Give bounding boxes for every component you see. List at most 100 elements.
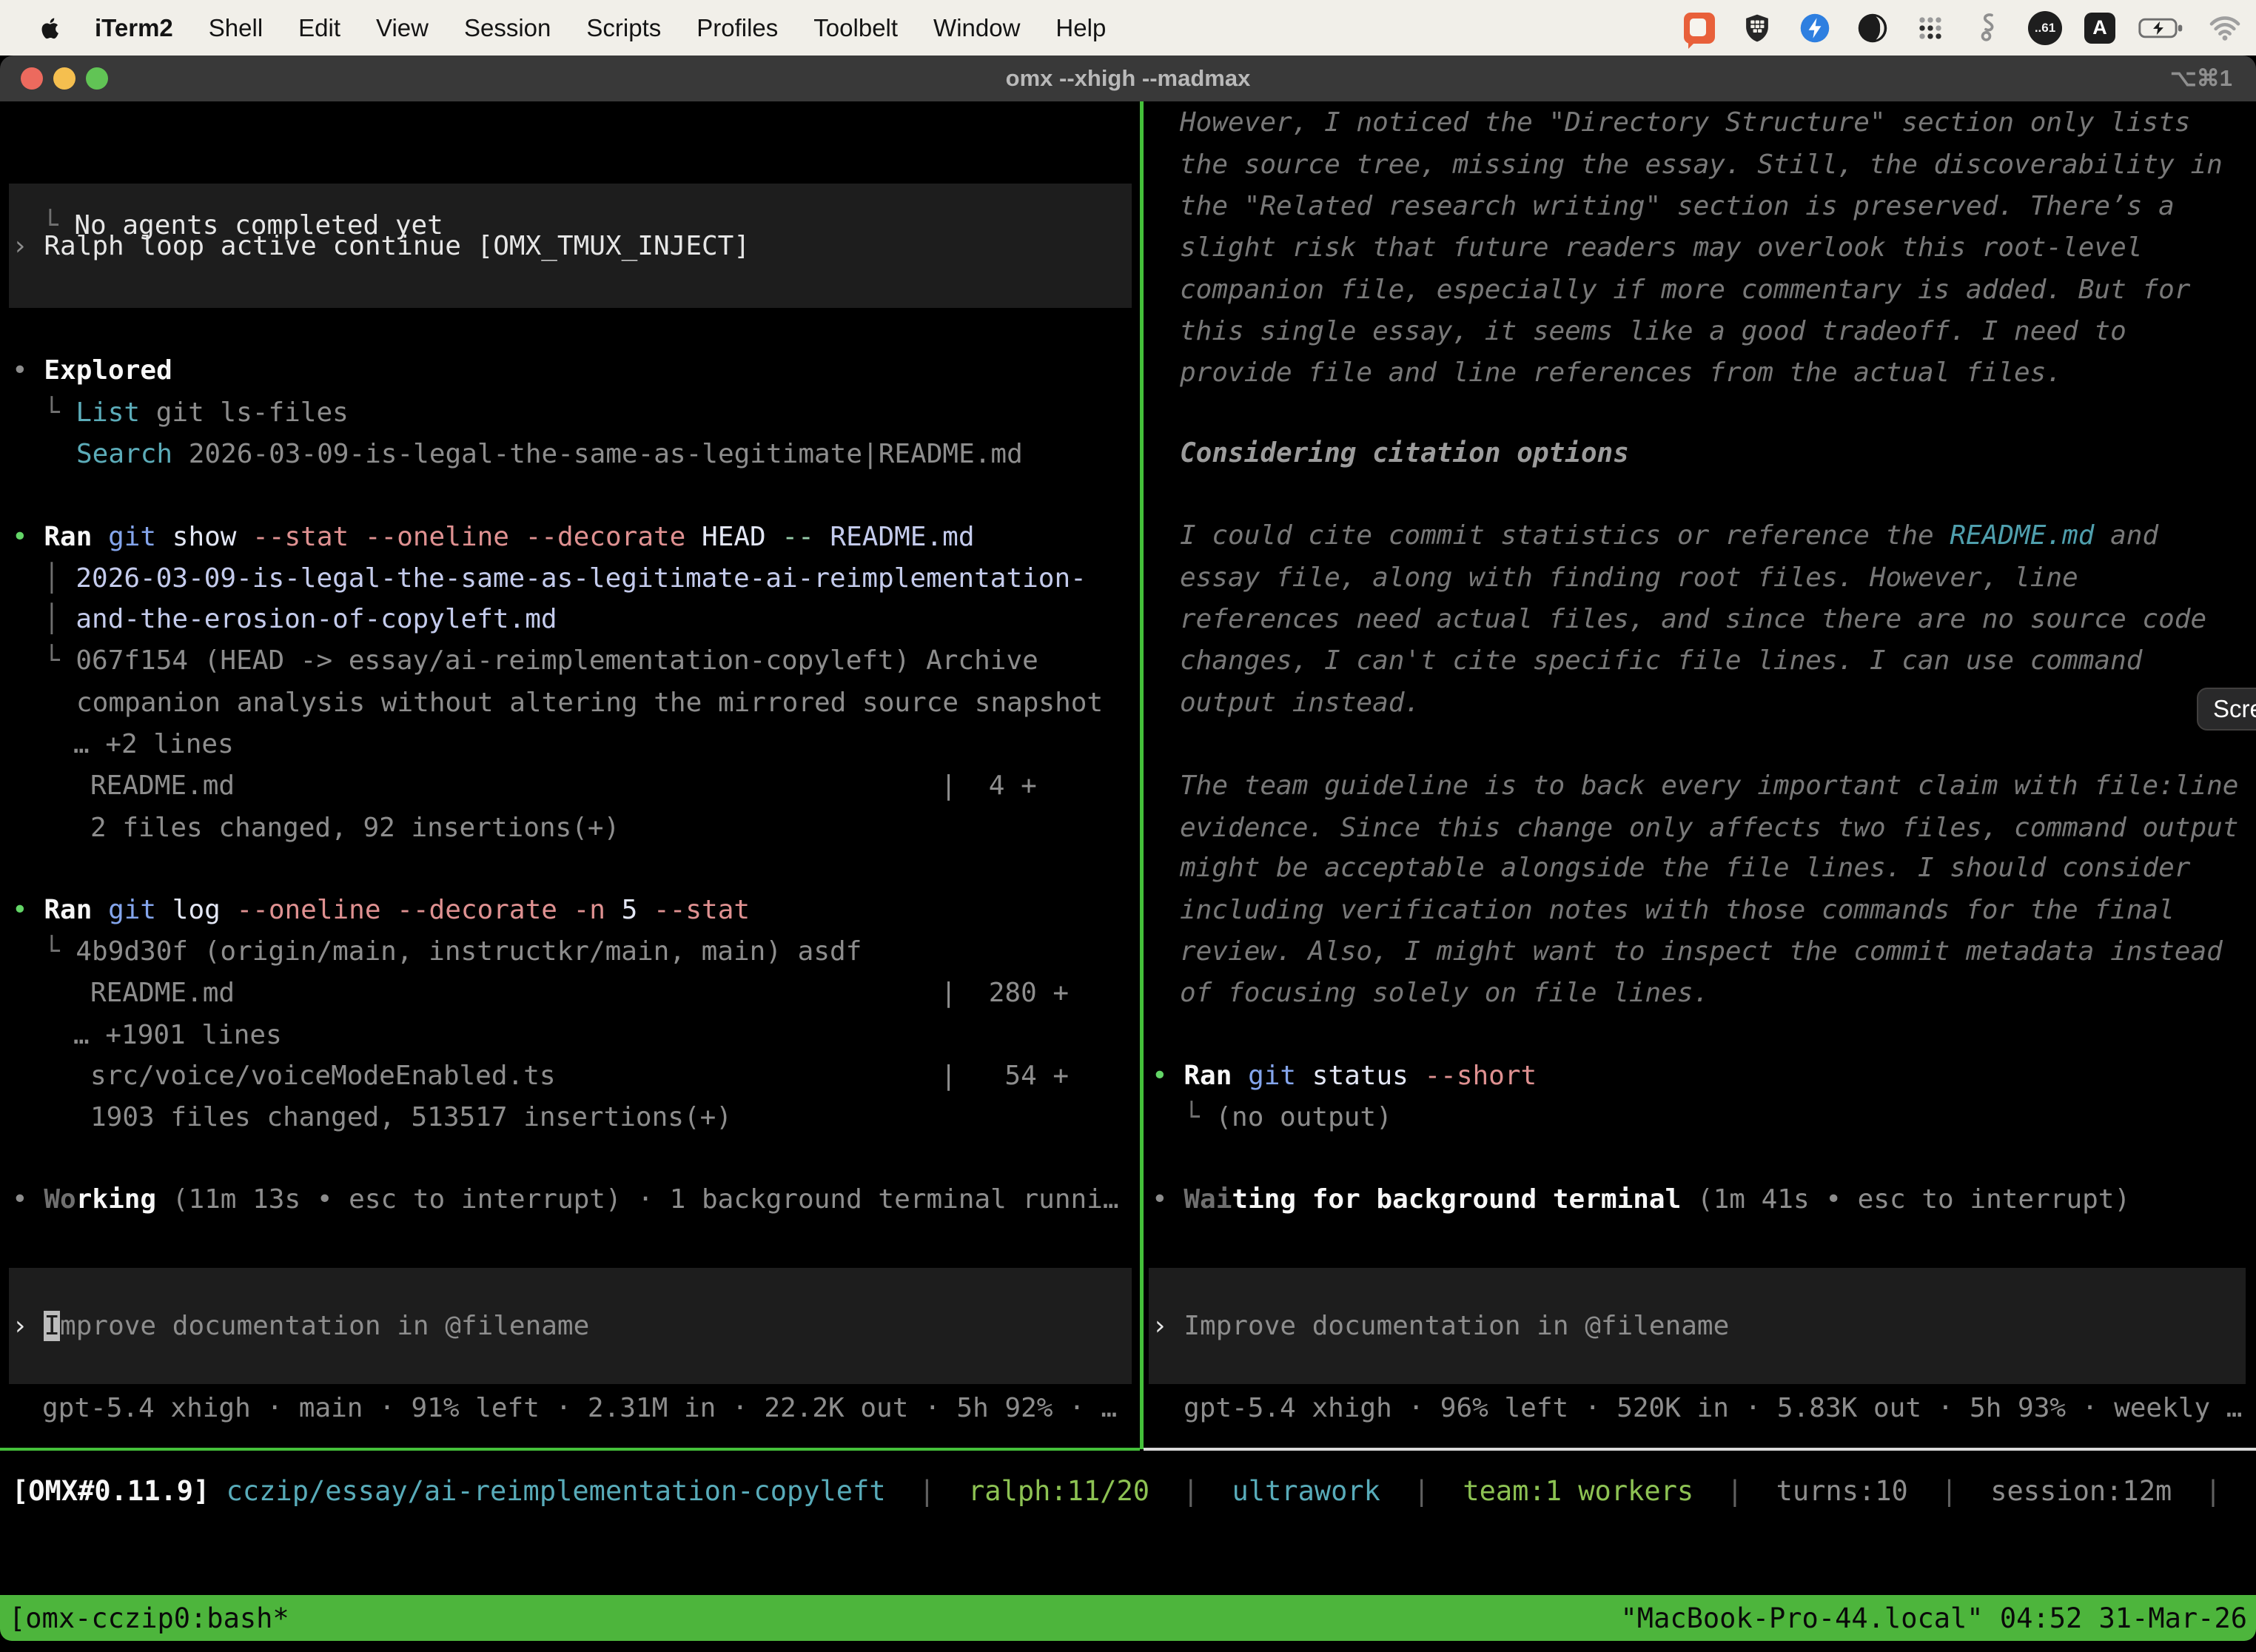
ran-git-status-line: • Ran git status --short [1152,1055,1537,1097]
text-segment: Search [76,439,172,469]
thinking-para2-line4: changes, I can't cite specific file line… [1180,639,2142,682]
log-commit-line: └ 4b9d30f (origin/main, instructkr/main,… [44,930,862,973]
text-segment: --short [1424,1061,1537,1091]
left-pane-prompt-box[interactable]: › Improve documentation in @filename [9,1268,1132,1384]
text-segment: 1903 files changed, 513517 insertions(+) [90,1102,732,1132]
right-prompt-text: Improve documentation in @filename [1184,1311,1729,1341]
no-output-line: └ (no output) [1184,1096,1392,1138]
thinking-para2-line3: references need actual files, and since … [1180,598,2206,640]
text-segment: companion file, especially if more comme… [1180,275,2190,305]
text-segment: 067f154 (HEAD -> essay/ai-reimplementati… [75,645,1038,676]
wifi-icon[interactable] [2207,10,2243,46]
menu-item-edit[interactable]: Edit [298,14,340,42]
commit-file-line-2: │ and-the-erosion-of-copyleft.md [44,598,557,640]
text-segment: slight risk that future readers may over… [1180,232,2142,263]
shield-grid-icon[interactable] [1739,10,1775,46]
menu-item-session[interactable]: Session [464,14,551,42]
thinking-para1-line7: provide file and line references from th… [1180,352,2062,394]
dots-grid-icon[interactable] [1913,10,1948,46]
text-segment: (1m 41s • esc to interrupt) [1681,1184,2130,1215]
text-segment: the source tree, missing the essay. Stil… [1180,150,2223,180]
text-segment: (11m 13s • esc to interrupt) · 1 backgro… [156,1184,1118,1215]
text-segment: and-the-erosion-of-copyleft.md [75,604,557,634]
ran-git-log-line: • Ran git log --oneline --decorate -n 5 … [12,889,750,931]
thinking-heading-line: Considering citation options [1180,432,1629,474]
contrast-circle-icon[interactable] [1855,10,1890,46]
menu-item-profiles[interactable]: Profiles [696,14,778,42]
omx-status-segment: team:1 workers [1463,1475,1693,1507]
commit-message-line-2: companion analysis without altering the … [76,682,1103,724]
ralph-loop-line: › Ralph loop active continue [OMX_TMUX_I… [12,225,750,267]
text-segment: README.md [830,522,974,552]
text-segment: output instead. [1180,688,1420,718]
omx-status-line: [OMX#0.11.9] cczip/essay/ai-reimplementa… [12,1470,2256,1512]
text-segment: › [12,231,44,261]
thinking-para2-line5: output instead. [1180,682,1420,724]
pane-divider [1140,101,1144,1449]
menu-item-scripts[interactable]: Scripts [586,14,661,42]
text-segment: git [108,522,172,552]
log-truncated-line: … +1901 lines [73,1014,282,1056]
text-segment: └ [44,397,75,428]
text-segment: • [12,895,44,925]
thinking-para1-line4: slight risk that future readers may over… [1180,226,2142,269]
left-pane-bottom-border [0,1448,1140,1451]
text-segment: • [12,1184,44,1215]
window-title-bar[interactable]: omx --xhigh --madmax ⌥⌘1 [0,56,2256,101]
text-segment: Considering citation options [1180,438,1629,469]
text-segment: Wo [44,1184,75,1215]
diffstat-readme-line: README.md | 4 + [90,765,1037,807]
working-status-line: • Working (11m 13s • esc to interrupt) ·… [12,1178,1119,1220]
menu-item-view[interactable]: View [376,14,429,42]
text-segment: git [1248,1061,1312,1091]
left-model-status-line: gpt-5.4 xhigh · main · 91% left · 2.31M … [42,1387,1117,1429]
menu-item-toolbelt[interactable]: Toolbelt [813,14,898,42]
menu-item-window[interactable]: Window [933,14,1020,42]
tmux-session-label: [omx-cczip0:bash* [9,1602,289,1634]
text-segment: Ralph loop active continue [OMX_TMUX_INJ… [44,231,750,261]
thinking-para1-line3: the "Related research writing" section i… [1180,185,2175,227]
menu-app-name[interactable]: iTerm2 [95,14,173,42]
menu-item-help[interactable]: Help [1055,14,1106,42]
text-segment: log [172,895,237,925]
text-segment: --stat [654,895,750,925]
menu-bar-status-icons: ..61 A [1682,0,2243,56]
prompt-chevron: › [12,1311,44,1341]
omx-status-segment: | [1380,1475,1463,1507]
text-segment: (no output) [1215,1102,1391,1132]
thinking-para1-line1: However, I noticed the "Directory Struct… [1180,101,2190,144]
screen-record-chat-icon[interactable] [1682,10,1717,46]
terminal-content[interactable]: › Improve documentation in @filename › I… [0,101,2256,1595]
sync-bolt-icon[interactable] [1797,10,1833,46]
text-segment: I could cite commit statistics or refere… [1180,520,1950,551]
battery-icon[interactable] [2138,10,2185,46]
text-segment: --oneline --decorate [236,895,573,925]
text-segment: gpt-5.4 xhigh · main · 91% left · 2.31M … [42,1393,1117,1423]
text-segment: HEAD [702,522,782,552]
screen-capture-chip[interactable]: Scre [2197,688,2256,731]
truncated-lines-line: … +2 lines [73,723,234,765]
squiggle-icon[interactable] [1970,10,2006,46]
window-shortcut-label: ⌥⌘1 [2170,56,2232,101]
text-segment: evidence. Since this change only affects… [1180,813,2238,843]
text-segment: show [172,522,252,552]
apple-menu-icon[interactable] [38,13,64,43]
input-source-badge-icon[interactable]: A [2084,13,2115,44]
menu-bar: iTerm2 Shell Edit View Session Scripts Profil… [0,0,2256,56]
text-segment: • [1152,1061,1184,1091]
text-cursor: I [44,1311,60,1341]
thinking-para1-line6: this single essay, it seems like a good … [1180,310,2126,352]
right-pane-prompt-box[interactable]: › Improve documentation in @filename [1149,1268,2246,1384]
omx-status-segment: [OMX#0.11.9] [12,1475,209,1507]
menu-item-shell[interactable]: Shell [209,14,263,42]
text-segment: … +2 lines [73,729,234,759]
text-segment: status [1312,1061,1425,1091]
battery-cycle-badge-icon[interactable]: ..61 [2028,11,2062,45]
text-segment: provide file and line references from th… [1180,357,2062,388]
omx-status-segment: | [1693,1475,1776,1507]
omx-status-segment: | [1908,1475,1990,1507]
right-model-status-line: gpt-5.4 xhigh · 96% left · 520K in · 5.8… [1184,1387,2242,1429]
text-segment: and [2094,520,2158,551]
thinking-para3-line2: evidence. Since this change only affects… [1180,807,2238,849]
text-segment: git ls-files [140,397,349,428]
